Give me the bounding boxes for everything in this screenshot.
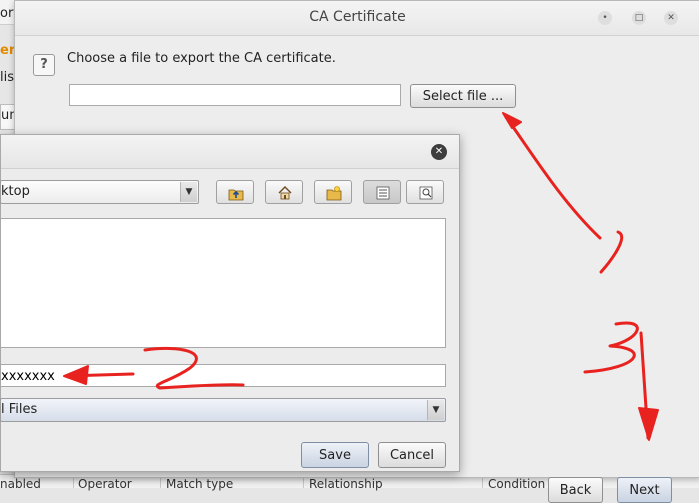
file-path-input[interactable] bbox=[69, 84, 401, 106]
file-type-combo[interactable]: l Files ▼ bbox=[0, 398, 446, 422]
new-folder-button[interactable] bbox=[314, 180, 352, 204]
back-button[interactable]: Back bbox=[548, 477, 603, 503]
background-tab-label: un bbox=[1, 108, 15, 123]
cancel-button[interactable]: Cancel bbox=[378, 442, 446, 468]
new-folder-icon bbox=[326, 186, 342, 201]
up-folder-button[interactable] bbox=[216, 180, 254, 204]
details-view-button[interactable] bbox=[406, 180, 444, 204]
file-chooser-close-icon[interactable]: ✕ bbox=[431, 144, 447, 160]
file-chooser-dialog: ✕ ktop ▼ xxxxxxx l Files ▼ Save Cancel bbox=[0, 134, 460, 472]
look-in-combo[interactable]: ktop ▼ bbox=[0, 180, 199, 204]
list-view-icon bbox=[376, 186, 390, 200]
details-view-icon bbox=[419, 186, 433, 200]
maximize-icon[interactable]: □ bbox=[632, 11, 646, 25]
dialog-titlebar[interactable]: CA Certificate • □ ✕ bbox=[15, 1, 699, 36]
question-icon: ? bbox=[33, 54, 55, 76]
next-button[interactable]: Next bbox=[617, 477, 672, 503]
file-type-value: l Files bbox=[1, 402, 38, 417]
dialog-title: CA Certificate bbox=[309, 9, 406, 25]
up-folder-icon bbox=[228, 189, 244, 201]
look-in-value: ktop bbox=[1, 184, 30, 199]
save-button[interactable]: Save bbox=[301, 442, 369, 468]
home-icon bbox=[278, 186, 292, 200]
file-list[interactable] bbox=[0, 218, 446, 348]
background-heading-fragment: er bbox=[0, 43, 14, 58]
background-text-fragment: lis bbox=[0, 70, 14, 85]
chevron-down-icon[interactable]: ▼ bbox=[180, 182, 197, 202]
minimize-icon[interactable]: • bbox=[598, 11, 612, 25]
chevron-down-icon[interactable]: ▼ bbox=[427, 400, 444, 420]
file-chooser-titlebar[interactable]: ✕ bbox=[1, 135, 459, 169]
home-button[interactable] bbox=[265, 180, 303, 204]
close-icon[interactable]: ✕ bbox=[664, 11, 678, 25]
file-name-input[interactable] bbox=[0, 364, 446, 387]
dialog-prompt: Choose a file to export the CA certifica… bbox=[67, 51, 336, 66]
list-view-button[interactable] bbox=[363, 180, 401, 204]
select-file-button[interactable]: Select file ... bbox=[410, 84, 516, 108]
